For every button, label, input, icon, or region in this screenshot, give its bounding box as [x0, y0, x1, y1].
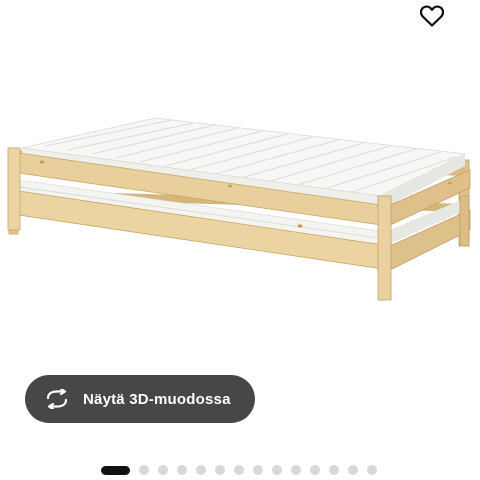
carousel-dot[interactable]	[253, 465, 263, 475]
rotate-3d-icon	[43, 388, 71, 410]
carousel-dot[interactable]	[310, 465, 320, 475]
image-carousel-indicator	[101, 464, 377, 476]
carousel-dot[interactable]	[367, 465, 377, 475]
favorite-button[interactable]	[416, 2, 448, 30]
view-3d-label: Näytä 3D-muodossa	[83, 390, 231, 408]
carousel-dot[interactable]	[329, 465, 339, 475]
view-3d-button[interactable]: Näytä 3D-muodossa	[25, 375, 255, 423]
carousel-dot[interactable]	[177, 465, 187, 475]
heart-icon	[419, 5, 445, 27]
product-gallery: Näytä 3D-muodossa	[0, 0, 480, 480]
carousel-dot-active[interactable]	[101, 465, 130, 475]
carousel-dot[interactable]	[215, 465, 225, 475]
carousel-dot[interactable]	[158, 465, 168, 475]
carousel-dot[interactable]	[291, 465, 301, 475]
carousel-dot[interactable]	[139, 465, 149, 475]
stackable-bed-image[interactable]	[0, 100, 480, 320]
carousel-dot[interactable]	[272, 465, 282, 475]
carousel-dot[interactable]	[234, 465, 244, 475]
carousel-dot[interactable]	[196, 465, 206, 475]
carousel-dot[interactable]	[348, 465, 358, 475]
